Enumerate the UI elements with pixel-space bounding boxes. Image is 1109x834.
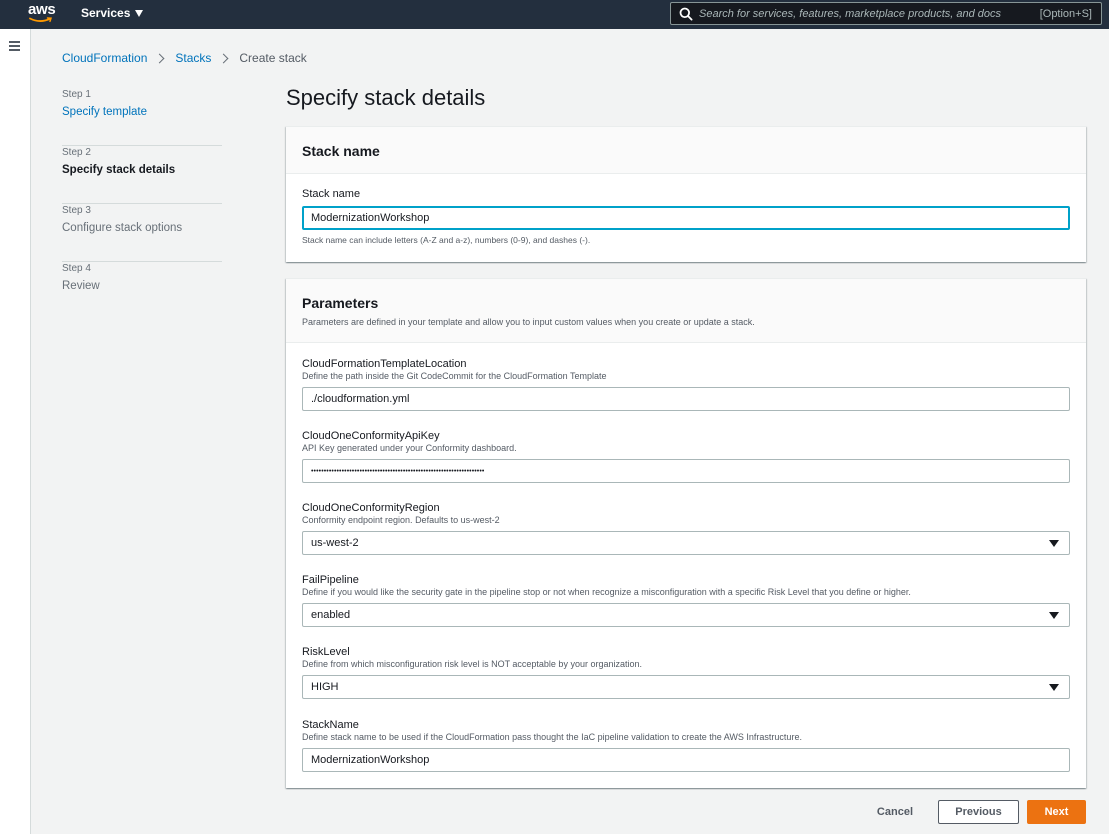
template-location-input[interactable]: ./cloudformation.yml: [302, 387, 1070, 411]
field-label: RiskLevel: [302, 646, 350, 658]
param-conformity-region: CloudOneConformityRegion Conformity endp…: [302, 502, 1070, 555]
aws-logo-text: aws: [28, 1, 56, 18]
step-number: Step 2: [62, 147, 91, 158]
aws-logo[interactable]: aws: [28, 1, 56, 25]
field-description: Define the path inside the Git CodeCommi…: [302, 371, 607, 381]
param-stack-name: StackName Define stack name to be used i…: [302, 719, 1070, 772]
field-label: FailPipeline: [302, 574, 359, 586]
breadcrumb: CloudFormation Stacks Create stack: [62, 51, 307, 65]
panel-header: Parameters Parameters are defined in you…: [286, 279, 1086, 343]
next-button[interactable]: Next: [1027, 800, 1086, 824]
param-fail-pipeline: FailPipeline Define if you would like th…: [302, 574, 1070, 627]
field-label: CloudOneConformityRegion: [302, 502, 440, 514]
wizard-step-3: Step 3 Configure stack options: [62, 204, 222, 262]
panel-header: Stack name: [286, 127, 1086, 174]
wizard-step-1: Step 1 Specify template: [62, 88, 222, 146]
field-description: Define stack name to be used if the Clou…: [302, 732, 802, 742]
param-cloudformation-template-location: CloudFormationTemplateLocation Define th…: [302, 358, 1070, 411]
wizard-step-2: Step 2 Specify stack details: [62, 146, 222, 204]
search-placeholder: Search for services, features, marketpla…: [699, 7, 1002, 20]
select-value: enabled: [311, 609, 351, 621]
top-navigation: aws Services Search for services, featur…: [0, 0, 1109, 29]
parameters-panel: Parameters Parameters are defined in you…: [286, 278, 1086, 788]
field-description: Define if you would like the security ga…: [302, 587, 911, 597]
field-description: Conformity endpoint region. Defaults to …: [302, 515, 500, 525]
field-description: API Key generated under your Conformity …: [302, 443, 517, 453]
step-number: Step 3: [62, 205, 91, 216]
panel-title: Parameters: [302, 295, 379, 311]
chevron-right-icon: [154, 53, 165, 63]
field-constraint: Stack name can include letters (A-Z and …: [302, 235, 591, 245]
step-number: Step 1: [62, 89, 91, 100]
stack-name-panel: Stack name Stack name ModernizationWorks…: [286, 126, 1086, 262]
breadcrumb-link-cloudformation[interactable]: CloudFormation: [62, 51, 147, 65]
step-label-disabled: Review: [62, 280, 100, 292]
breadcrumb-link-stacks[interactable]: Stacks: [175, 51, 211, 65]
wizard-step-4: Step 4 Review: [62, 262, 222, 320]
aws-smile-icon: [29, 17, 53, 23]
api-key-password-input[interactable]: ••••••••••••••••••••••••••••••••••••••••…: [302, 459, 1070, 483]
region-select[interactable]: us-west-2: [302, 531, 1070, 555]
param-conformity-api-key: CloudOneConformityApiKey API Key generat…: [302, 430, 1070, 483]
field-label: StackName: [302, 719, 359, 731]
field-description: Define from which misconfiguration risk …: [302, 659, 642, 669]
caret-down-icon: [1049, 611, 1059, 619]
search-icon: [679, 7, 693, 21]
stack-name-input[interactable]: ModernizationWorkshop: [302, 206, 1070, 230]
risk-level-select[interactable]: HIGH: [302, 675, 1070, 699]
breadcrumb-current: Create stack: [239, 51, 307, 65]
search-shortcut-hint: [Option+S]: [1039, 7, 1092, 20]
step-link-specify-template[interactable]: Specify template: [62, 105, 222, 119]
caret-down-icon: [135, 9, 144, 17]
page-title: Specify stack details: [286, 85, 486, 110]
menu-hamburger-icon[interactable]: [9, 41, 20, 51]
step-label-disabled: Configure stack options: [62, 222, 183, 234]
global-search-input[interactable]: Search for services, features, marketpla…: [670, 2, 1102, 25]
wizard-footer-actions: Cancel Previous Next: [877, 800, 1086, 824]
field-label: Stack name: [302, 188, 361, 200]
select-value: us-west-2: [311, 537, 359, 549]
caret-down-icon: [1049, 539, 1059, 547]
services-menu-button[interactable]: Services: [81, 6, 144, 20]
param-risk-level: RiskLevel Define from which misconfigura…: [302, 646, 1070, 699]
previous-button[interactable]: Previous: [938, 800, 1019, 824]
chevron-right-icon: [218, 53, 229, 63]
panel-title: Stack name: [302, 143, 380, 159]
step-label-current: Specify stack details: [62, 164, 176, 176]
select-value: HIGH: [311, 681, 339, 693]
services-label: Services: [81, 6, 131, 20]
field-label: CloudFormationTemplateLocation: [302, 358, 467, 370]
fail-pipeline-select[interactable]: enabled: [302, 603, 1070, 627]
panel-description: Parameters are defined in your template …: [302, 317, 755, 327]
wizard-steps: Step 1 Specify template Step 2 Specify s…: [62, 88, 222, 320]
cancel-button[interactable]: Cancel: [877, 806, 913, 818]
stack-name-field: Stack name ModernizationWorkshop Stack n…: [302, 188, 1070, 245]
field-label: CloudOneConformityApiKey: [302, 430, 440, 442]
side-navigation-rail: [0, 29, 31, 834]
stack-name-parameter-input[interactable]: ModernizationWorkshop: [302, 748, 1070, 772]
step-number: Step 4: [62, 263, 91, 274]
caret-down-icon: [1049, 683, 1059, 691]
